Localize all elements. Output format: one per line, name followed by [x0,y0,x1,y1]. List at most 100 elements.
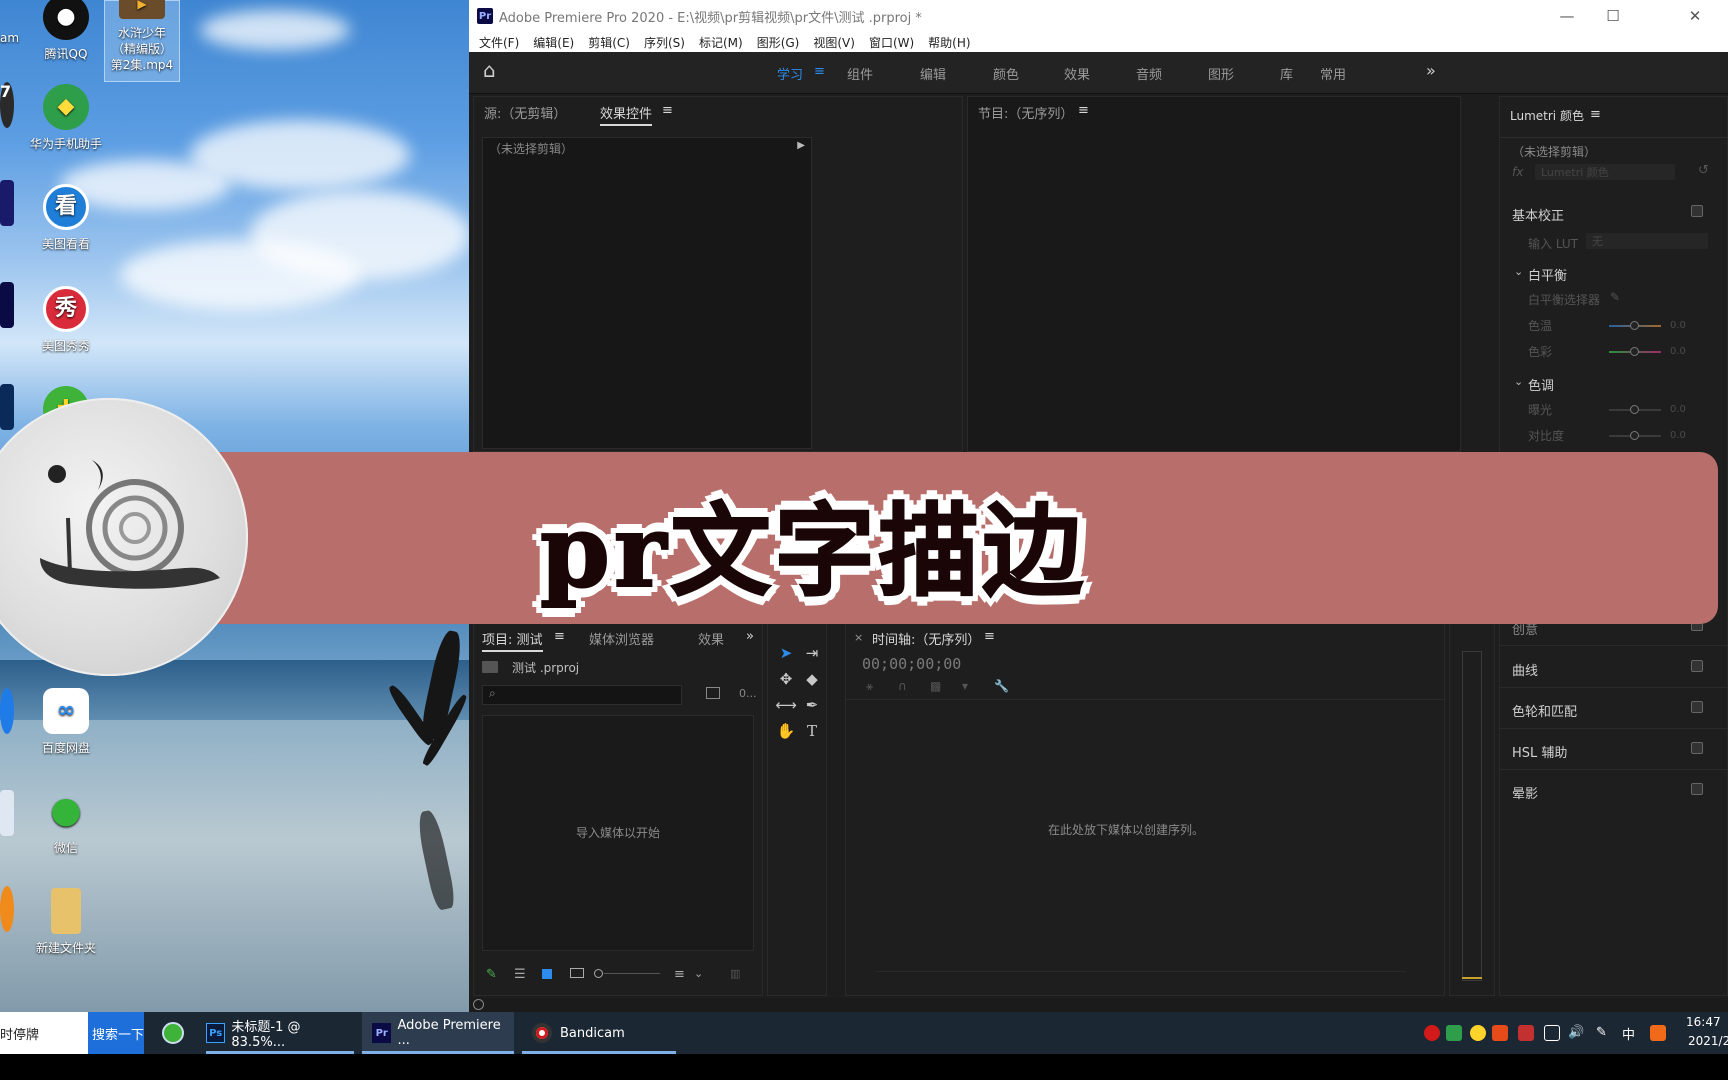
desktop-icon-huawei[interactable]: ◆ 华为手机助手 [18,80,114,152]
hand-tool-icon[interactable]: ✋ [774,719,798,743]
linked-selection-icon[interactable]: ∩ [898,679,907,693]
icon-view-icon[interactable] [542,969,552,979]
volume-icon[interactable]: 🔊 [1568,1025,1584,1041]
tab-media-browser[interactable]: 媒体浏览器 [589,629,654,648]
tab-timeline[interactable]: 时间轴:（无序列） [872,629,980,650]
sort-icon[interactable]: ≡ [674,967,685,982]
app-tray-icon[interactable] [1518,1025,1534,1041]
more-workspaces-icon[interactable]: » [1426,61,1436,80]
menu-view[interactable]: 视图(V) [809,34,859,51]
more-panels-icon[interactable]: » [746,629,754,644]
contrast-knob[interactable] [1630,431,1639,440]
desktop-icon-new-folder[interactable]: 新建文件夹 [18,884,114,956]
section-white-balance[interactable]: 白平衡 [1528,265,1567,284]
lumetri-title[interactable]: Lumetri 颜色 [1510,107,1584,126]
razor-tool-icon[interactable]: ◆ [800,667,824,691]
workspace-audio[interactable]: 音频 [1136,64,1162,83]
snap-icon[interactable]: ⚹ [866,679,873,694]
add-marker-icon[interactable]: ▩ [930,679,941,693]
exposure-value[interactable]: 0.0 [1670,404,1686,415]
marker-flag-icon[interactable]: ▾ [962,679,968,693]
exposure-knob[interactable] [1630,405,1639,414]
tab-source[interactable]: 源:（无剪辑） [484,103,566,122]
network-icon[interactable] [1544,1025,1560,1041]
selection-tool-icon[interactable]: ➤ [774,641,798,665]
workspace-learning[interactable]: 学习 [777,64,803,83]
minimize-button[interactable]: — [1544,0,1590,32]
green-tray-icon[interactable] [1470,1025,1486,1041]
record-tray-icon[interactable] [1424,1025,1440,1041]
project-bin-area[interactable]: 导入媒体以开始 [482,715,754,951]
menu-file[interactable]: 文件(F) [475,34,523,51]
workspace-color[interactable]: 颜色 [993,64,1019,83]
desktop-icon-video[interactable]: ▶ 水浒少年（精编版）第2集.mp4 [104,0,180,82]
type-tool-icon[interactable]: T [800,719,824,743]
contrast-value[interactable]: 0.0 [1670,430,1686,441]
tint-knob[interactable] [1630,347,1639,356]
workspace-common[interactable]: 常用 [1320,64,1346,83]
timeline-menu-icon[interactable]: ≡ [984,629,995,644]
menu-sequence[interactable]: 序列(S) [640,34,689,51]
desktop-icon-baidu-netdisk[interactable]: ∞ 百度网盘 [18,684,114,756]
list-view-icon[interactable]: ☰ [514,967,526,982]
panel-grip-icon[interactable]: ▥ [730,967,740,980]
tab-project[interactable]: 项目: 测试 [482,629,543,652]
maximize-button[interactable]: ☐ [1590,0,1636,32]
clock-date[interactable]: 2021/2 [1688,1034,1728,1048]
timeline-close-icon[interactable]: × [854,631,863,644]
menu-help[interactable]: 帮助(H) [924,34,974,51]
menu-clip[interactable]: 剪辑(C) [584,34,634,51]
tab-effects[interactable]: 效果 [698,629,724,648]
checkbox-curves[interactable] [1691,660,1703,672]
workspace-editing[interactable]: 编辑 [920,64,946,83]
eyedropper-icon[interactable]: ✎ [1610,290,1620,304]
menu-window[interactable]: 窗口(W) [865,34,918,51]
tab-effect-controls[interactable]: 效果控件 [600,103,653,126]
zoom-slider[interactable] [604,973,660,974]
workspace-menu-icon[interactable]: ≡ [814,64,825,79]
workspace-effects[interactable]: 效果 [1064,64,1090,83]
desktop-icon-wechat[interactable]: ● 微信 [18,784,114,856]
section-basic-correction[interactable]: 基本校正 [1512,205,1564,224]
adobe-app-icon[interactable] [0,180,14,226]
menu-edit[interactable]: 编辑(E) [529,34,578,51]
checkbox-basic-correction[interactable] [1691,205,1703,217]
pen-tray-icon[interactable]: ✎ [1596,1025,1612,1041]
chevron-down-icon[interactable]: ⌄ [1514,265,1523,278]
new-bin-icon[interactable] [706,687,720,699]
lumetri-menu-icon[interactable]: ≡ [1590,107,1601,122]
fx-select[interactable]: Lumetri 颜色 [1535,164,1675,180]
menu-marker[interactable]: 标记(M) [695,34,747,51]
checkbox-hsl-secondary[interactable] [1691,742,1703,754]
checkbox-vignette[interactable] [1691,783,1703,795]
panel-menu-icon[interactable]: ≡ [662,103,673,118]
section-hsl-secondary[interactable]: HSL 辅助 [1512,742,1567,761]
adobe-premiere-desktop-icon[interactable] [0,282,14,328]
desktop-icon-kankan[interactable]: 看 美图看看 [18,180,114,252]
pen-tool-icon[interactable]: ✒ [800,693,824,717]
taskbar-search-input[interactable]: 时停牌 [0,1012,88,1054]
input-lut-select[interactable]: 无 [1586,233,1708,249]
desktop-icon-qq[interactable]: ● 腾讯QQ [18,0,114,62]
close-button[interactable]: ✕ [1672,0,1718,32]
sogou-ime-icon[interactable] [1650,1025,1666,1041]
sort-dropdown-icon[interactable]: ⌄ [694,967,703,980]
menu-graphics[interactable]: 图形(G) [753,34,804,51]
green-app-taskbar-icon[interactable] [162,1022,184,1044]
tint-value[interactable]: 0.0 [1670,346,1686,357]
timecode-display[interactable]: 00;00;00;00 [862,655,961,673]
temperature-knob[interactable] [1630,321,1639,330]
zoom-slider-knob[interactable] [594,969,603,978]
wrench-icon[interactable]: 🔧 [994,679,1009,693]
track-select-tool-icon[interactable]: ⇥ [800,641,824,665]
workspace-libraries[interactable]: 库 [1280,64,1293,83]
desktop-icon-xiuxiu[interactable]: 秀 美图秀秀 [18,282,114,354]
pencil-icon[interactable]: ✎ [486,967,497,982]
section-tone[interactable]: 色调 [1528,375,1554,394]
slip-tool-icon[interactable]: ⟷ [774,693,798,717]
temperature-value[interactable]: 0.0 [1670,320,1686,331]
clock-time[interactable]: 16:47 [1686,1015,1721,1029]
program-menu-icon[interactable]: ≡ [1078,103,1089,118]
orange-app-icon[interactable] [0,886,14,932]
workspace-graphics[interactable]: 图形 [1208,64,1234,83]
